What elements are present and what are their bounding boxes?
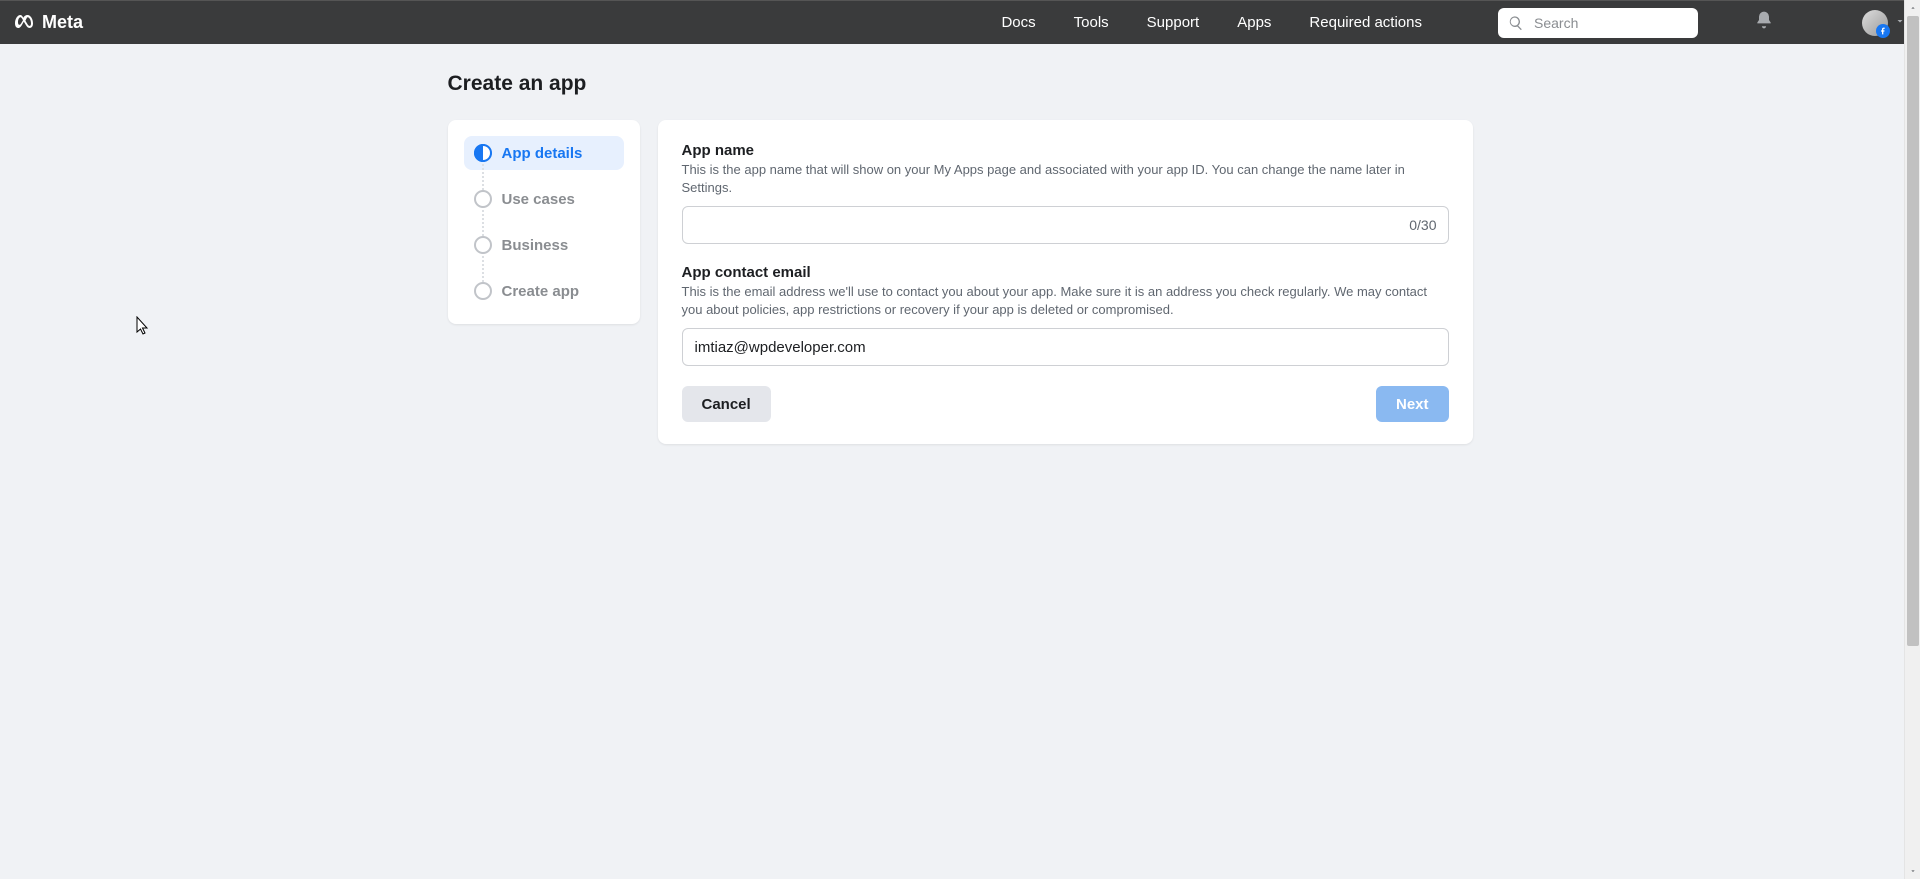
button-row: Cancel Next [682, 386, 1449, 422]
avatar [1862, 10, 1888, 36]
step-label: Create app [502, 283, 580, 300]
main-content: Create an app App details Use cases Busi… [0, 44, 1920, 444]
field-app-name: App name This is the app name that will … [682, 142, 1449, 244]
top-nav-links: Docs Tools Support Apps Required actions [1001, 8, 1906, 38]
step-indicator-icon [474, 190, 492, 208]
scroll-up-icon[interactable] [1905, 0, 1920, 16]
app-name-input[interactable] [682, 206, 1449, 244]
contact-email-help: This is the email address we'll use to c… [682, 283, 1449, 318]
search-icon [1508, 15, 1524, 31]
app-name-help: This is the app name that will show on y… [682, 161, 1449, 196]
bell-icon [1754, 10, 1774, 30]
contact-email-input[interactable] [682, 328, 1449, 366]
brand-text: Meta [42, 12, 83, 33]
app-name-label: App name [682, 142, 1449, 159]
next-button[interactable]: Next [1376, 386, 1449, 422]
step-label: App details [502, 145, 583, 162]
step-business[interactable]: Business [464, 228, 624, 262]
step-app-details[interactable]: App details [464, 136, 624, 170]
app-name-counter: 0/30 [1409, 217, 1436, 233]
step-label: Business [502, 237, 569, 254]
step-indicator-icon [474, 144, 492, 162]
field-contact-email: App contact email This is the email addr… [682, 264, 1449, 366]
notifications-button[interactable] [1754, 10, 1774, 35]
scroll-down-icon[interactable] [1905, 863, 1920, 879]
search-wrap [1498, 8, 1698, 38]
contact-email-label: App contact email [682, 264, 1449, 281]
nav-required-actions[interactable]: Required actions [1309, 14, 1422, 31]
step-indicator-icon [474, 282, 492, 300]
account-menu[interactable] [1862, 10, 1906, 36]
step-create-app[interactable]: Create app [464, 274, 624, 308]
top-nav: Meta Docs Tools Support Apps Required ac… [0, 0, 1920, 44]
cancel-button[interactable]: Cancel [682, 386, 771, 422]
meta-icon [14, 11, 38, 35]
nav-support[interactable]: Support [1147, 14, 1200, 31]
brand-area: Meta [14, 11, 83, 35]
search-input[interactable] [1498, 8, 1698, 38]
nav-tools[interactable]: Tools [1074, 14, 1109, 31]
nav-apps[interactable]: Apps [1237, 14, 1271, 31]
form-card: App name This is the app name that will … [658, 120, 1473, 444]
step-sidebar: App details Use cases Business Create ap… [448, 120, 640, 324]
step-use-cases[interactable]: Use cases [464, 182, 624, 216]
meta-logo[interactable]: Meta [14, 11, 83, 35]
step-label: Use cases [502, 191, 575, 208]
scroll-thumb[interactable] [1907, 16, 1919, 646]
vertical-scrollbar[interactable] [1904, 0, 1920, 879]
step-indicator-icon [474, 236, 492, 254]
page-title: Create an app [448, 72, 1473, 96]
nav-docs[interactable]: Docs [1001, 14, 1035, 31]
facebook-badge-icon [1876, 24, 1890, 38]
